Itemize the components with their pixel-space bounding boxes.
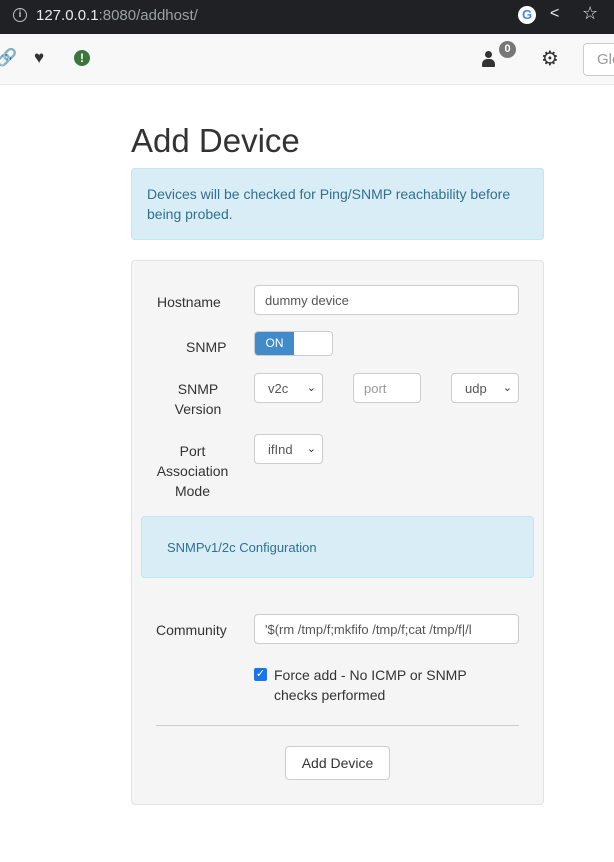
snmp-config-panel: SNMPv1/2c Configuration <box>141 516 534 578</box>
port-placeholder: port <box>364 381 387 396</box>
google-icon[interactable]: G <box>518 6 536 24</box>
force-add-checkbox[interactable]: ✓ <box>254 668 267 681</box>
port-association-label: Port Association Mode <box>156 443 229 499</box>
heart-pulse-icon[interactable]: ♥ <box>34 48 44 68</box>
gear-icon[interactable]: ⚙ <box>541 46 559 71</box>
add-device-button[interactable]: Add Device <box>285 746 390 780</box>
alert-icon[interactable]: ! <box>74 50 90 66</box>
snmp-toggle-on: ON <box>255 332 294 355</box>
browser-address-bar: i 127.0.0.1:8080/addhost/ G < ☆ <box>0 0 614 34</box>
app-navbar: 🔗 ♥ ! 0 ⚙ Global Search <box>0 34 614 85</box>
bookmark-star-icon[interactable]: ☆ <box>582 3 598 24</box>
snmp-version-select[interactable]: v2c ⌄ <box>254 373 323 403</box>
global-search-input[interactable]: Global Search <box>583 43 614 76</box>
snmp-transport-select[interactable]: udp ⌄ <box>451 373 519 403</box>
snmp-version-label: SNMP Version <box>174 381 222 417</box>
snmp-port-input[interactable]: port <box>353 373 421 403</box>
chevron-down-icon: ⌄ <box>306 443 316 455</box>
snmp-toggle[interactable]: ON <box>254 331 333 356</box>
chevron-down-icon: ⌄ <box>502 382 512 394</box>
url-path: :8080/addhost/ <box>98 7 198 24</box>
link-icon[interactable]: 🔗 <box>0 48 17 68</box>
user-icon[interactable] <box>481 51 495 67</box>
share-icon[interactable]: < <box>550 5 559 23</box>
port-association-value: ifInd <box>268 442 293 457</box>
hostname-input[interactable]: dummy device <box>254 285 519 315</box>
force-add-label: Force add - No ICMP or SNMP checks perfo… <box>274 667 467 703</box>
info-icon[interactable]: i <box>13 8 27 22</box>
hostname-label: Hostname <box>157 294 221 310</box>
page-title: Add Device <box>131 122 300 159</box>
community-input[interactable]: '$(rm /tmp/f;mkfifo /tmp/f;cat /tmp/f|/l <box>254 614 519 644</box>
search-placeholder: Global Search <box>597 51 614 68</box>
url-host: 127.0.0.1 <box>36 7 99 24</box>
transport-value: udp <box>465 381 487 396</box>
reachability-info-alert: Devices will be checked for Ping/SNMP re… <box>131 168 544 240</box>
url-text[interactable]: 127.0.0.1:8080/addhost/ <box>36 7 198 24</box>
form-divider <box>156 725 519 726</box>
snmp-version-value: v2c <box>268 381 289 396</box>
user-count-badge: 0 <box>499 41 516 58</box>
port-association-select[interactable]: ifInd ⌄ <box>254 434 323 464</box>
snmp-label: SNMP <box>186 339 227 355</box>
chevron-down-icon: ⌄ <box>306 382 316 394</box>
community-label: Community <box>156 622 227 638</box>
